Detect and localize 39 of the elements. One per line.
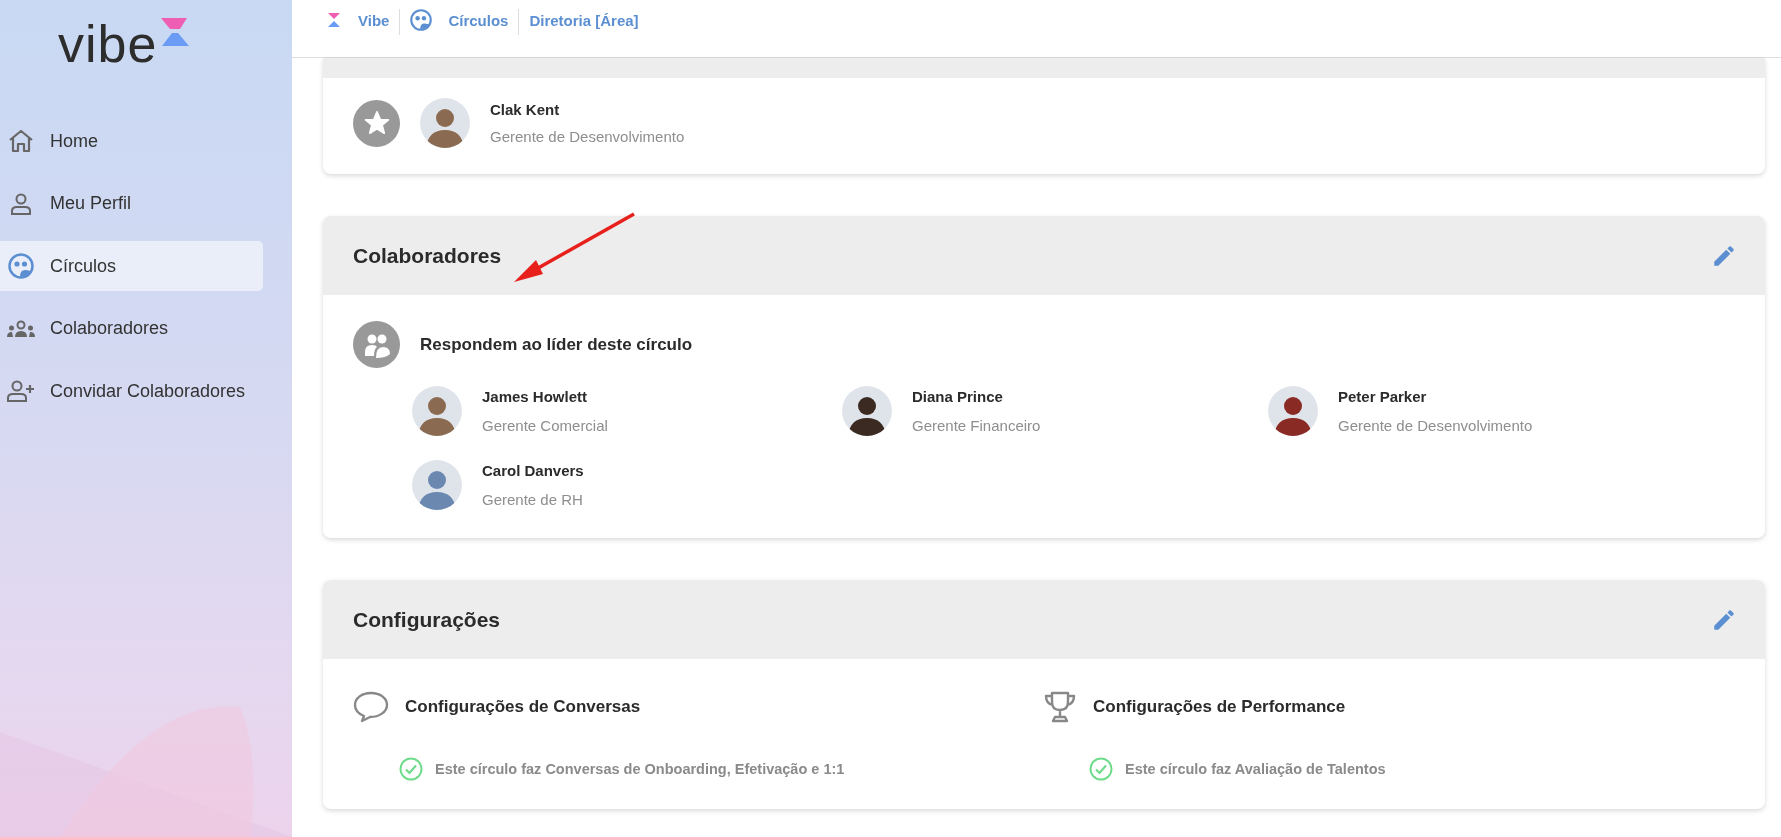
member-role: Gerente de Desenvolvimento [1338,417,1533,434]
member-name: Diana Prince [912,388,1004,405]
group-icon [353,321,400,368]
leader-name: Clak Kent [490,101,561,118]
section-title: Configurações de Conversas [405,697,641,717]
card-title: Colaboradores [353,243,502,268]
avatar [1268,386,1318,436]
sidebar-item[interactable]: Home [0,116,263,166]
avatar [412,386,462,436]
member-role: Gerente de RH [482,491,584,508]
avatar [412,460,462,510]
sidebar-item[interactable]: Colaboradores [0,303,263,354]
add-person-icon [7,380,35,402]
leader-role: Gerente de Desenvolvimento [490,128,685,145]
member-role: Gerente Comercial [482,417,608,434]
member-name: Peter Parker [1338,388,1428,405]
sidebar-item[interactable]: Convidar Colaboradores [0,366,263,416]
member-role: Gerente Financeiro [912,417,1041,434]
setting-text: Este círculo faz Conversas de Onboarding, Efetivação e 1:1 [435,761,845,777]
group-subtitle: Respondem ao líder deste círculo [420,334,693,355]
logo-text: vibe [58,18,158,70]
logo-icon [326,13,342,27]
home-icon [8,129,34,153]
card-title: Configurações [353,607,501,632]
avatar [842,386,892,436]
sidebar-item[interactable]: Círculos [0,241,263,291]
circle-group-icon [410,9,433,31]
group-icon [7,319,35,338]
speech-bubble-icon [353,691,389,723]
member-name: James Howlett [482,388,589,405]
person-icon [9,191,33,216]
circle-group-icon [8,253,34,279]
logo-icon [159,18,192,46]
sidebar-item[interactable]: Meu Perfil [0,178,263,229]
avatar [420,98,470,148]
setting-text: Este círculo faz Avaliação de Talentos [1125,761,1386,777]
member-name: Carol Danvers [482,462,584,479]
section-title: Configurações de Performance [1093,697,1346,717]
trophy-icon [1043,690,1077,724]
